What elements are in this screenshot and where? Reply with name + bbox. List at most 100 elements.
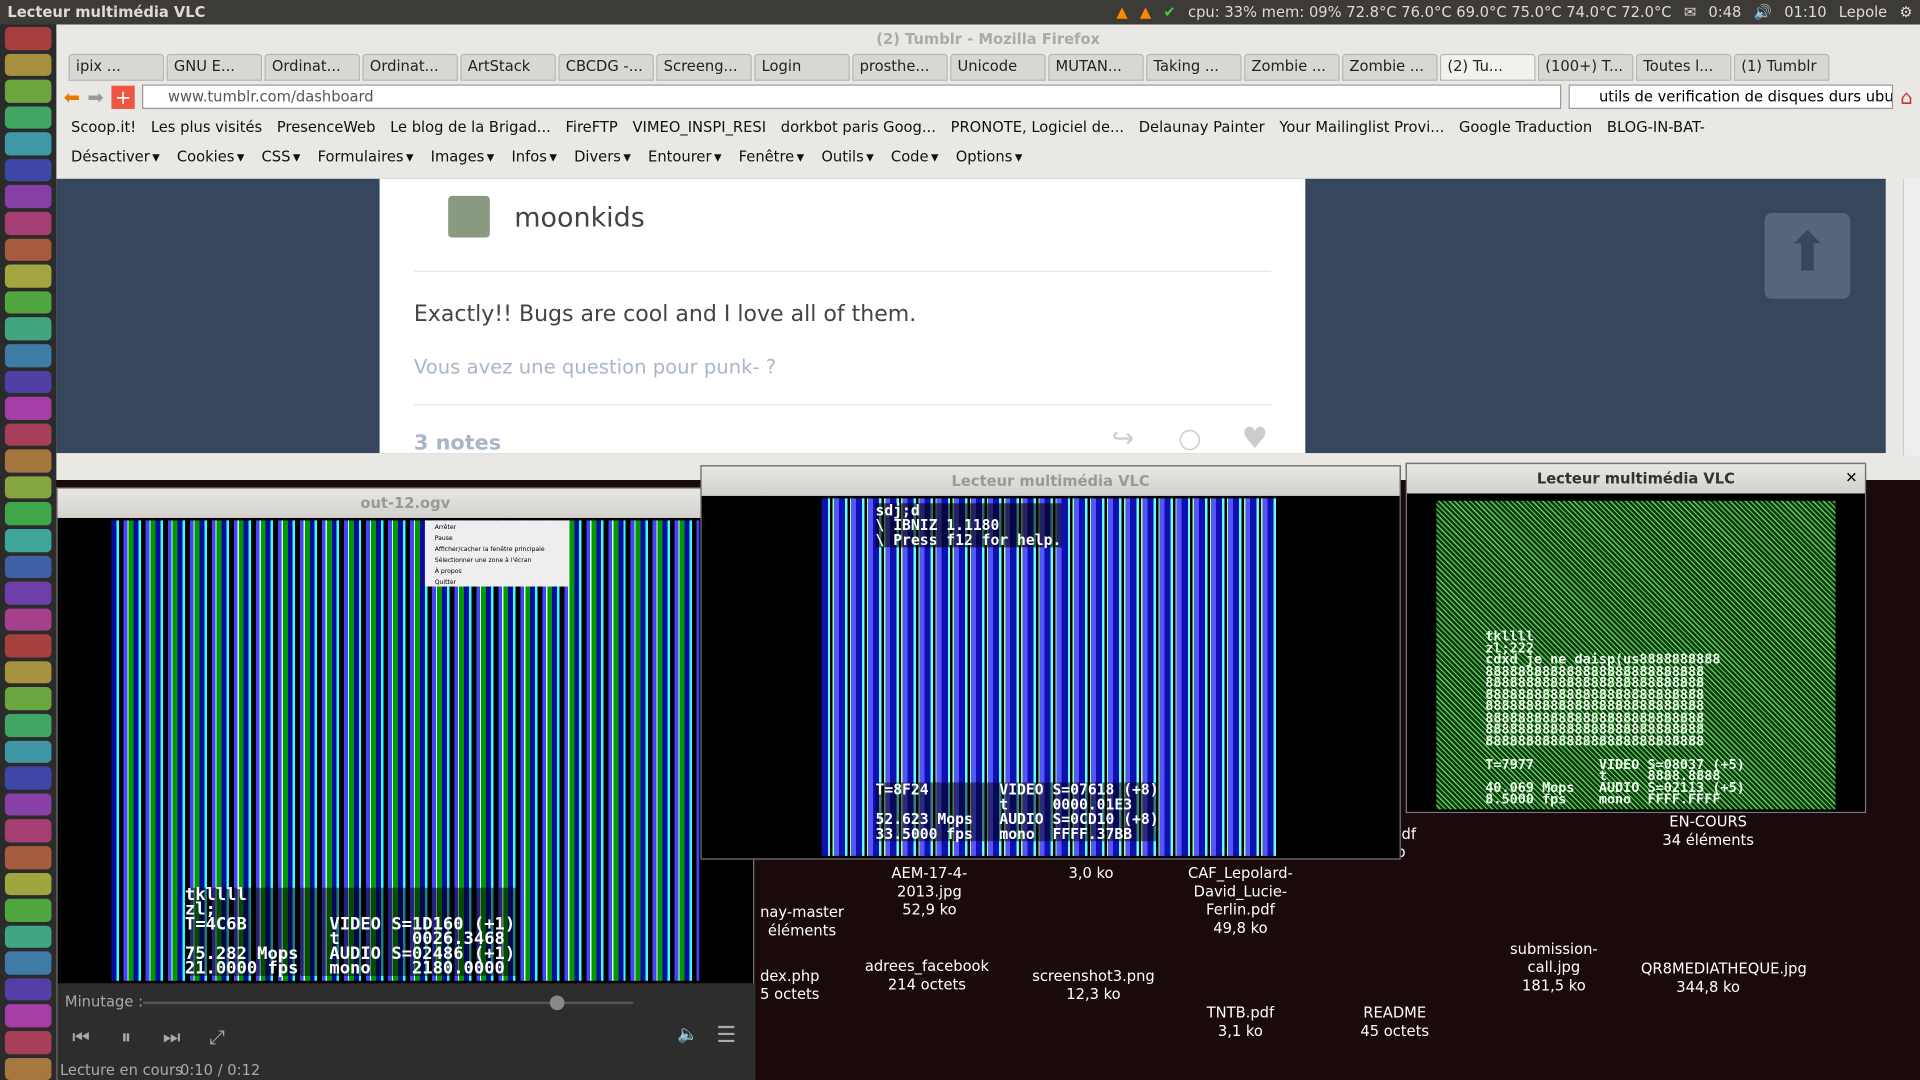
battery-time[interactable]: 0:48 (1708, 4, 1741, 21)
launcher-app-icon[interactable] (5, 555, 52, 578)
launcher-app-icon[interactable] (5, 1031, 52, 1054)
webdev-menu[interactable]: Images (431, 148, 485, 165)
webdev-menu[interactable]: Infos (511, 148, 546, 165)
vlc-tray-icon[interactable]: ▲ (1116, 4, 1127, 21)
launcher-app-icon[interactable] (5, 212, 52, 235)
browser-tab[interactable]: Zombie ... (1244, 54, 1340, 81)
bookmark[interactable]: Google Traduction (1459, 119, 1592, 136)
bookmark[interactable]: Le blog de la Brigad... (390, 119, 551, 136)
back-icon[interactable]: ⬅ (64, 85, 80, 108)
launcher-app-icon[interactable] (5, 820, 52, 843)
webdev-menu[interactable]: CSS (262, 148, 291, 165)
launcher-app-icon[interactable] (5, 529, 52, 552)
notes-count[interactable]: 3 notes (414, 431, 501, 455)
next-icon[interactable]: ⏭ (163, 1025, 181, 1049)
gear-icon[interactable]: ⚙ (1899, 4, 1912, 21)
webdev-menu[interactable]: Formulaires (318, 148, 404, 165)
pause-icon[interactable]: ⏸ (121, 1025, 131, 1049)
bookmark[interactable]: Scoop.it! (71, 119, 136, 136)
fullscreen-icon[interactable]: ⤢ (209, 1025, 225, 1049)
vlc-tray-icon[interactable]: ▲ (1140, 4, 1151, 21)
browser-tab[interactable]: Ordinat... (362, 54, 458, 81)
webdev-menu[interactable]: Code (891, 148, 929, 165)
launcher-app-icon[interactable] (5, 133, 52, 156)
addon-icon[interactable]: + (111, 85, 135, 108)
browser-tab[interactable]: Toutes l... (1636, 54, 1732, 81)
launcher-app-icon[interactable] (5, 159, 52, 182)
bookmark[interactable]: BLOG-IN-BAT- (1607, 119, 1705, 136)
webdev-menu[interactable]: Désactiver (71, 148, 150, 165)
context-menu-item[interactable]: Afficher/cacher la fenêtre principale (435, 545, 560, 556)
close-icon[interactable]: ✕ (1845, 469, 1857, 486)
webdev-menu[interactable]: Cookies (177, 148, 235, 165)
forward-icon[interactable]: ➡ (87, 85, 103, 108)
launcher-app-icon[interactable] (5, 1005, 52, 1028)
launcher-app-icon[interactable] (5, 318, 52, 341)
launcher-app-icon[interactable] (5, 793, 52, 816)
launcher-app-icon[interactable] (5, 978, 52, 1001)
browser-tab[interactable]: Taking ... (1146, 54, 1242, 81)
home-icon[interactable]: ⌂ (1900, 85, 1912, 108)
launcher-app-icon[interactable] (5, 846, 52, 869)
browser-tab[interactable]: ipix ... (69, 54, 165, 81)
launcher-app-icon[interactable] (5, 687, 52, 710)
bookmark[interactable]: Your Mailinglist Provi... (1279, 119, 1444, 136)
launcher-app-icon[interactable] (5, 925, 52, 948)
user-name[interactable]: Lepole (1839, 4, 1887, 21)
browser-tab[interactable]: (2) Tu... (1440, 54, 1536, 81)
desktop-file[interactable]: submission-call.jpg181,5 ko (1487, 940, 1622, 995)
browser-tab[interactable]: (100+) T... (1538, 54, 1634, 81)
launcher-app-icon[interactable] (5, 450, 52, 473)
context-menu-item[interactable]: Quitter (435, 578, 560, 589)
seek-handle[interactable] (550, 996, 565, 1011)
desktop-file[interactable]: screenshot3.png12,3 ko (1026, 967, 1161, 1004)
url-input[interactable]: www.tumblr.com/dashboard (142, 84, 1561, 108)
post-author[interactable]: moonkids (514, 203, 645, 234)
webdev-menu[interactable]: Outils (821, 148, 863, 165)
desktop-file[interactable]: dex.php5 octets (722, 967, 857, 1004)
desktop-file[interactable]: nay-masteréléments (735, 904, 870, 941)
desktop-file[interactable]: README45 octets (1327, 1004, 1462, 1041)
launcher-app-icon[interactable] (5, 1057, 52, 1080)
bookmark[interactable]: PRONOTE, Logiciel de... (951, 119, 1124, 136)
browser-tab[interactable]: (1) Tumblr (1734, 54, 1830, 81)
browser-tab[interactable]: MUTAN... (1048, 54, 1144, 81)
launcher-app-icon[interactable] (5, 291, 52, 314)
desktop-file[interactable]: adrees_facebook214 octets (860, 958, 995, 995)
bookmark[interactable]: FireFTP (566, 119, 618, 136)
launcher-app-icon[interactable] (5, 370, 52, 393)
launcher-app-icon[interactable] (5, 185, 52, 208)
desktop-file[interactable]: QR8MEDIATHEQUE.jpg344,8 ko (1641, 960, 1776, 997)
clock[interactable]: 01:10 (1784, 4, 1826, 21)
launcher-app-icon[interactable] (5, 106, 52, 129)
launcher-app-icon[interactable] (5, 423, 52, 446)
bookmark[interactable]: Delaunay Painter (1139, 119, 1265, 136)
launcher-app-icon[interactable] (5, 80, 52, 103)
bookmark[interactable]: Les plus visités (151, 119, 262, 136)
browser-tab[interactable]: Unicode (950, 54, 1046, 81)
browser-tab[interactable]: ArtStack (460, 54, 556, 81)
seek-slider[interactable] (143, 1002, 633, 1004)
browser-tab[interactable]: Ordinat... (264, 54, 360, 81)
mail-icon[interactable]: ✉ (1684, 4, 1696, 21)
scroll-to-top-button[interactable]: ⬆ (1764, 213, 1850, 299)
context-menu-item[interactable]: Arrêter (435, 523, 560, 534)
browser-tab[interactable]: Zombie ... (1342, 54, 1438, 81)
launcher-app-icon[interactable] (5, 872, 52, 895)
launcher-app-icon[interactable] (5, 635, 52, 658)
launcher-app-icon[interactable] (5, 397, 52, 420)
launcher-app-icon[interactable] (5, 344, 52, 367)
playlist-icon[interactable]: ☰ (716, 1022, 736, 1048)
bookmark[interactable]: PresenceWeb (277, 119, 376, 136)
browser-tab[interactable]: prosthe... (852, 54, 948, 81)
launcher-app-icon[interactable] (5, 740, 52, 763)
context-menu-item[interactable]: À propos (435, 567, 560, 578)
launcher-app-icon[interactable] (5, 899, 52, 922)
launcher-app-icon[interactable] (5, 53, 52, 76)
volume-icon[interactable]: 🔊 (1754, 4, 1772, 21)
ask-link[interactable]: Vous avez une question pour punk- ? (414, 355, 776, 378)
launcher-app-icon[interactable] (5, 476, 52, 499)
browser-tab[interactable]: CBCDG -... (558, 54, 654, 81)
bookmark[interactable]: dorkbot paris Goog... (781, 119, 936, 136)
launcher-app-icon[interactable] (5, 503, 52, 526)
